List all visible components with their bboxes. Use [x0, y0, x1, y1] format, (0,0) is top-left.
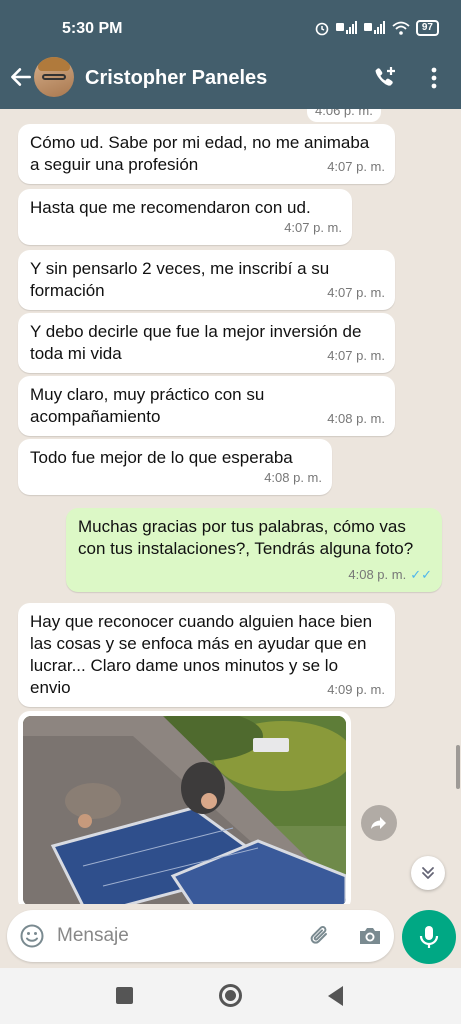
incoming-message[interactable]: Muy claro, muy práctico con su acompañam…	[18, 376, 395, 436]
message-time: 4:08 p. m. ✓✓	[348, 567, 432, 582]
back-arrow-icon[interactable]	[8, 64, 34, 90]
mic-icon	[419, 926, 439, 948]
signal-icon	[363, 21, 385, 34]
battery-indicator: 97	[415, 20, 439, 36]
message-text: Todo fue mejor de lo que esperaba	[30, 448, 293, 467]
forward-icon	[371, 817, 386, 829]
incoming-message[interactable]: Hasta que me recomendaron con ud. 4:07 p…	[18, 189, 352, 245]
incoming-message[interactable]: Todo fue mejor de lo que esperaba 4:08 p…	[18, 439, 332, 495]
more-vert-icon[interactable]	[424, 65, 444, 91]
incoming-message[interactable]: Hay que reconocer cuando alguien hace bi…	[18, 603, 395, 707]
home-button[interactable]	[219, 984, 242, 1007]
incoming-message[interactable]: Cómo ud. Sabe por mi edad, no me animaba…	[18, 124, 395, 184]
incoming-message[interactable]: Y debo decirle que fue la mejor inversió…	[18, 313, 395, 373]
contact-name[interactable]: Cristopher Paneles	[85, 67, 267, 90]
attach-icon[interactable]	[307, 923, 333, 949]
message-list[interactable]: 4:06 p. m. Cómo ud. Sabe por mi edad, no…	[0, 109, 461, 904]
message-text: Muchas gracias por tus palabras, cómo va…	[78, 517, 414, 558]
solar-panel-photo[interactable]	[23, 716, 346, 904]
message-composer	[7, 910, 394, 962]
message-time: 4:07 p. m.	[327, 159, 385, 174]
voice-message-button[interactable]	[402, 910, 456, 964]
chat-header: Cristopher Paneles	[0, 52, 461, 109]
read-receipt-icon: ✓✓	[410, 567, 432, 582]
outgoing-message[interactable]: Muchas gracias por tus palabras, cómo va…	[66, 508, 442, 592]
system-nav-bar	[0, 968, 461, 1024]
recents-button[interactable]	[116, 987, 133, 1004]
image-message[interactable]	[18, 711, 351, 904]
status-icons: 97	[314, 20, 439, 36]
message-time: 4:07 p. m.	[284, 220, 342, 235]
camera-icon[interactable]	[357, 923, 383, 949]
scrollbar[interactable]	[456, 745, 460, 789]
forward-button[interactable]	[361, 805, 397, 841]
chevrons-down-icon	[422, 867, 434, 879]
message-time: 4:06 p. m.	[307, 109, 381, 122]
message-time: 4:07 p. m.	[327, 348, 385, 363]
message-time: 4:08 p. m.	[327, 411, 385, 426]
add-call-icon[interactable]	[372, 65, 398, 91]
wifi-icon	[392, 21, 410, 35]
message-time: 4:09 p. m.	[327, 682, 385, 697]
photo-image	[23, 716, 346, 904]
emoji-icon[interactable]	[19, 923, 45, 949]
system-back-button[interactable]	[328, 986, 343, 1006]
status-bar: 5:30 PM 97	[0, 0, 461, 52]
message-input[interactable]	[57, 920, 287, 952]
status-time: 5:30 PM	[62, 20, 123, 37]
incoming-message[interactable]: Y sin pensarlo 2 veces, me inscribí a su…	[18, 250, 395, 310]
scroll-to-bottom-button[interactable]	[411, 856, 445, 890]
signal-icon	[335, 21, 357, 34]
message-text: Hasta que me recomendaron con ud.	[30, 198, 311, 217]
message-time: 4:08 p. m.	[264, 470, 322, 485]
message-time: 4:07 p. m.	[327, 285, 385, 300]
avatar[interactable]	[34, 57, 74, 97]
alarm-icon	[315, 22, 329, 36]
